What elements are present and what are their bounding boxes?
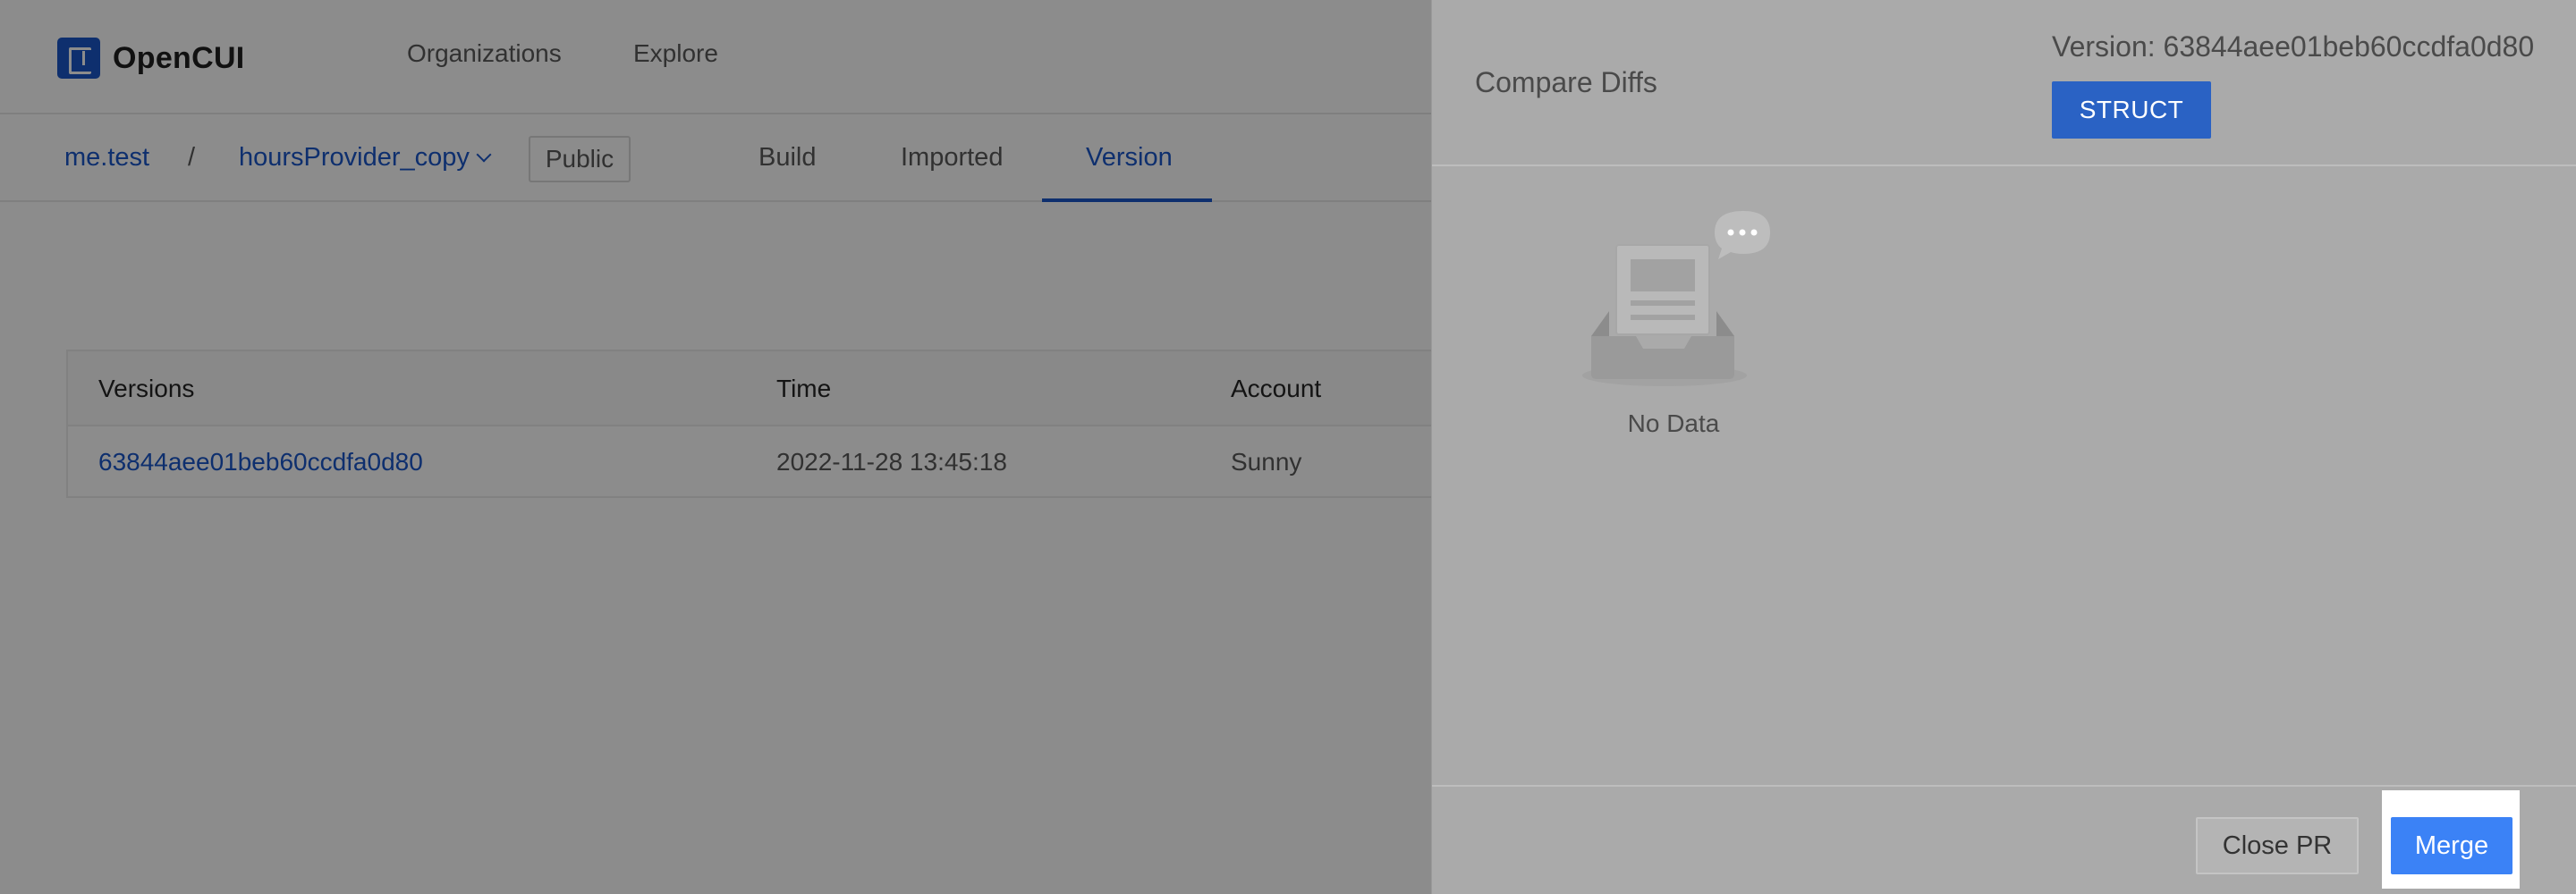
struct-button[interactable]: STRUCT — [2052, 81, 2211, 139]
drawer-title: Compare Diffs — [1475, 66, 1657, 98]
empty-state: No Data — [1566, 204, 1781, 445]
empty-inbox-icon — [1582, 211, 1770, 386]
version-label: Version: 63844aee01beb60ccdfa0d80 — [2052, 30, 2535, 63]
close-pr-button[interactable]: Close PR — [2196, 817, 2359, 874]
merge-button[interactable]: Merge — [2391, 817, 2512, 874]
empty-text: No Data — [1627, 409, 1720, 437]
drawer-footer: Close PR Merge — [1432, 785, 2576, 894]
merge-button-highlight: Merge — [2382, 790, 2520, 889]
compare-diffs-drawer: Compare Diffs Version: 63844aee01beb60cc… — [1431, 0, 2576, 894]
drawer-header: Compare Diffs Version: 63844aee01beb60cc… — [1432, 0, 2576, 166]
page: OpenCUI Organizations Explore me.test / … — [0, 0, 2576, 894]
